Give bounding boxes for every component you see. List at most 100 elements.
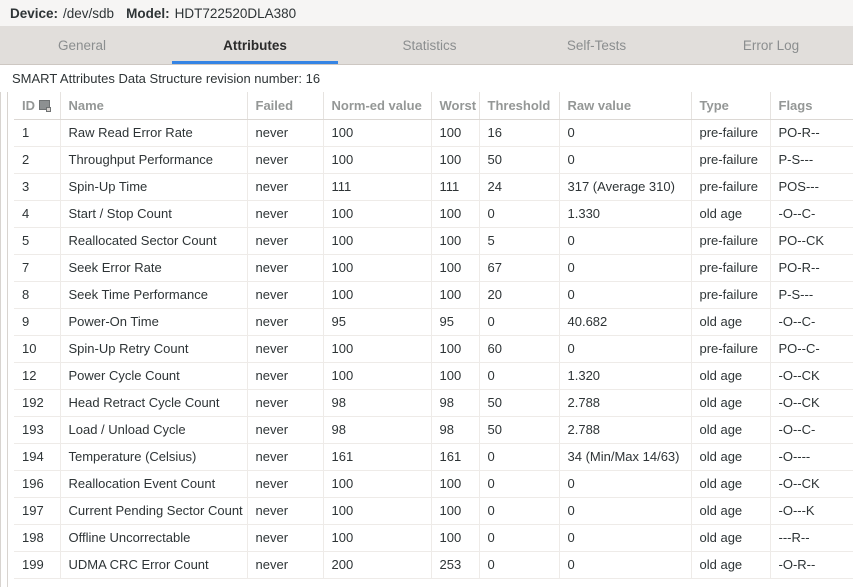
table-row[interactable]: 12 Power Cycle Count never 100 100 0 1.320 old … [14, 362, 853, 390]
cell-name: Start / Stop Count [60, 200, 248, 228]
column-header-raw[interactable]: Raw value [559, 92, 692, 120]
cell-flags: -O--CK [770, 389, 853, 417]
table-row[interactable]: 2 Throughput Performance never 100 100 50 0 pre… [14, 146, 853, 174]
cell-worst: 100 [431, 119, 480, 147]
cell-type: old age [691, 497, 771, 525]
table-row[interactable]: 198 Offline Uncorrectable never 100 100 0 0 old… [14, 524, 853, 552]
cell-failed: never [247, 227, 324, 255]
table-row[interactable]: 4 Start / Stop Count never 100 100 0 1.330 old … [14, 200, 853, 228]
table-header: ID Name Failed Norm-ed value Worst Threshold R… [14, 92, 853, 120]
cell-id: 193 [14, 416, 61, 444]
column-header-normed[interactable]: Norm-ed value [323, 92, 432, 120]
cell-name: Throughput Performance [60, 146, 248, 174]
tab-attributes[interactable]: Attributes [164, 26, 346, 64]
column-header-threshold[interactable]: Threshold [479, 92, 560, 120]
cell-type: pre-failure [691, 281, 771, 309]
cell-name: Current Pending Sector Count [60, 497, 248, 525]
cell-worst: 100 [431, 335, 480, 363]
cell-threshold: 67 [479, 254, 560, 282]
cell-id: 199 [14, 551, 61, 579]
cell-flags: PO-R-- [770, 254, 853, 282]
attributes-table-panel: ID Name Failed Norm-ed value Worst Threshold R… [0, 92, 853, 587]
column-header-name[interactable]: Name [60, 92, 248, 120]
tab-label: Self-Tests [566, 37, 627, 53]
table-row[interactable]: 192 Head Retract Cycle Count never 98 98 50 2.… [14, 389, 853, 417]
table-row[interactable]: 194 Temperature (Celsius) never 161 161 0 34 (… [14, 443, 853, 471]
cell-id: 196 [14, 470, 61, 498]
cell-raw: 0 [559, 524, 692, 552]
cell-failed: never [247, 119, 324, 147]
column-header-label: Threshold [487, 98, 551, 113]
table-row[interactable]: 3 Spin-Up Time never 111 111 24 317 (Average 3… [14, 173, 853, 201]
column-header-label: Failed [255, 98, 294, 113]
cell-flags: -O--C- [770, 308, 853, 336]
cell-id: 8 [14, 281, 61, 309]
table-row[interactable]: 10 Spin-Up Retry Count never 100 100 60 0 pre-f… [14, 335, 853, 363]
cell-threshold: 0 [479, 362, 560, 390]
cell-name: Reallocation Event Count [60, 470, 248, 498]
table-row[interactable]: 9 Power-On Time never 95 95 0 40.682 old age -O-… [14, 308, 853, 336]
cell-id: 4 [14, 200, 61, 228]
cell-normed: 100 [323, 281, 432, 309]
column-header-id[interactable]: ID [14, 92, 61, 120]
cell-threshold: 0 [479, 497, 560, 525]
cell-normed: 100 [323, 119, 432, 147]
cell-id: 9 [14, 308, 61, 336]
tab-statistics[interactable]: Statistics [346, 26, 513, 64]
table-row[interactable]: 197 Current Pending Sector Count never 100 1… [14, 497, 853, 525]
cell-raw: 0 [559, 119, 692, 147]
table-row[interactable]: 193 Load / Unload Cycle never 98 98 50 2.788 ol… [14, 416, 853, 444]
cell-raw: 0 [559, 335, 692, 363]
cell-name: Seek Time Performance [60, 281, 248, 309]
cell-id: 2 [14, 146, 61, 174]
cell-raw: 0 [559, 497, 692, 525]
table-row[interactable]: 196 Reallocation Event Count never 100 100 0 0… [14, 470, 853, 498]
column-header-type[interactable]: Type [691, 92, 771, 120]
device-value: /dev/sdb [63, 5, 115, 21]
cell-failed: never [247, 389, 324, 417]
cell-raw: 0 [559, 470, 692, 498]
table-row[interactable]: 199 UDMA CRC Error Count never 200 253 0 0 old … [14, 551, 853, 579]
cell-id: 192 [14, 389, 61, 417]
cell-failed: never [247, 200, 324, 228]
cell-name: Head Retract Cycle Count [60, 389, 248, 417]
cell-normed: 111 [323, 173, 432, 201]
cell-threshold: 20 [479, 281, 560, 309]
sort-indicator-icon[interactable] [39, 99, 52, 112]
tab-label: Error Log [742, 37, 800, 53]
table-row[interactable]: 7 Seek Error Rate never 100 100 67 0 pre-failur… [14, 254, 853, 282]
cell-id: 194 [14, 443, 61, 471]
cell-normed: 98 [323, 416, 432, 444]
table-row[interactable]: 5 Reallocated Sector Count never 100 100 5 0 pr… [14, 227, 853, 255]
column-header-flags[interactable]: Flags [770, 92, 853, 120]
column-header-label: Flags [778, 98, 813, 113]
cell-name: Offline Uncorrectable [60, 524, 248, 552]
cell-flags: -O--CK [770, 362, 853, 390]
cell-failed: never [247, 146, 324, 174]
cell-type: pre-failure [691, 254, 771, 282]
cell-flags: -O--C- [770, 200, 853, 228]
cell-failed: never [247, 443, 324, 471]
table-row[interactable]: 8 Seek Time Performance never 100 100 20 0 pre-… [14, 281, 853, 309]
tab-general[interactable]: General [0, 26, 164, 64]
cell-flags: POS--- [770, 173, 853, 201]
column-header-worst[interactable]: Worst [431, 92, 480, 120]
cell-normed: 100 [323, 227, 432, 255]
cell-type: old age [691, 362, 771, 390]
tab-error-log[interactable]: Error Log [680, 26, 853, 64]
table-row[interactable]: 1 Raw Read Error Rate never 100 100 16 0 pre-fa… [14, 119, 853, 147]
cell-worst: 100 [431, 497, 480, 525]
cell-worst: 100 [431, 146, 480, 174]
cell-normed: 200 [323, 551, 432, 579]
cell-type: old age [691, 551, 771, 579]
cell-threshold: 50 [479, 146, 560, 174]
cell-type: old age [691, 416, 771, 444]
cell-normed: 100 [323, 470, 432, 498]
cell-flags: PO-R-- [770, 119, 853, 147]
column-header-label: Raw value [567, 98, 632, 113]
cell-type: old age [691, 443, 771, 471]
tab-self-tests[interactable]: Self-Tests [513, 26, 680, 64]
cell-failed: never [247, 281, 324, 309]
column-header-failed[interactable]: Failed [247, 92, 324, 120]
cell-raw: 34 (Min/Max 14/63) [559, 443, 692, 471]
